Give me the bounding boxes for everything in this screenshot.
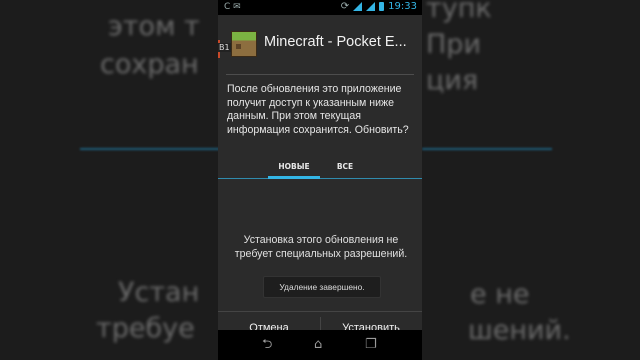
toast-message: Удаление завершено. (263, 276, 381, 298)
status-right-group: ⟳ 19:33 (341, 1, 417, 12)
status-time: 19:33 (388, 1, 417, 12)
sync-icon: ⟳ (340, 1, 350, 12)
navigation-bar: ⮌ ⌂ ❐ (218, 330, 422, 360)
bg-tab-line (422, 148, 552, 150)
phone-screen: C ✉ ⟳ 19:33 B1 Minecraft - Pocket E... П… (218, 0, 422, 360)
no-permissions-text: Установка этого обновления не требует сп… (234, 234, 408, 260)
bg-text-line: тупк (426, 0, 492, 24)
bg-text-line: этом т (108, 11, 200, 42)
status-left-icons: C ✉ (224, 2, 241, 12)
cell-signal-icon (366, 2, 376, 11)
bg-text-line: сохран (100, 49, 199, 80)
bg-text-line: шений. (468, 315, 571, 346)
bg-text-line: Устан (118, 277, 200, 308)
back-icon[interactable]: ⮌ (262, 336, 272, 354)
status-bar: C ✉ ⟳ 19:33 (218, 0, 422, 15)
tab-all[interactable]: ВСЕ (326, 162, 364, 171)
minecraft-app-icon (231, 31, 257, 57)
bg-text-line: При (426, 29, 481, 60)
bg-text-line: требуе (96, 313, 195, 344)
title-divider (226, 74, 414, 75)
tab-underline (218, 178, 422, 179)
tab-active-indicator (268, 176, 320, 179)
bg-text-line: е не (470, 279, 530, 310)
recent-apps-icon[interactable]: ❐ (365, 336, 377, 354)
bg-text-line: ция (426, 65, 479, 96)
update-message: После обновления это приложение получит … (227, 83, 409, 137)
tab-new[interactable]: НОВЫЕ (268, 162, 320, 171)
bg-tab-line (80, 148, 218, 150)
permission-tabs: НОВЫЕ ВСЕ (218, 160, 422, 182)
background-left-blur: этом т сохран Устан требуе (0, 0, 218, 360)
battery-icon (379, 2, 385, 11)
home-icon[interactable]: ⌂ (314, 336, 322, 354)
wifi-signal-icon (353, 2, 363, 11)
update-permissions-dialog: B1 Minecraft - Pocket E... После обновле… (218, 15, 422, 340)
dialog-header: Minecraft - Pocket E... (218, 27, 422, 61)
dialog-title: Minecraft - Pocket E... (264, 34, 407, 50)
background-right-blur: тупк При ция е не шений. (422, 0, 640, 360)
